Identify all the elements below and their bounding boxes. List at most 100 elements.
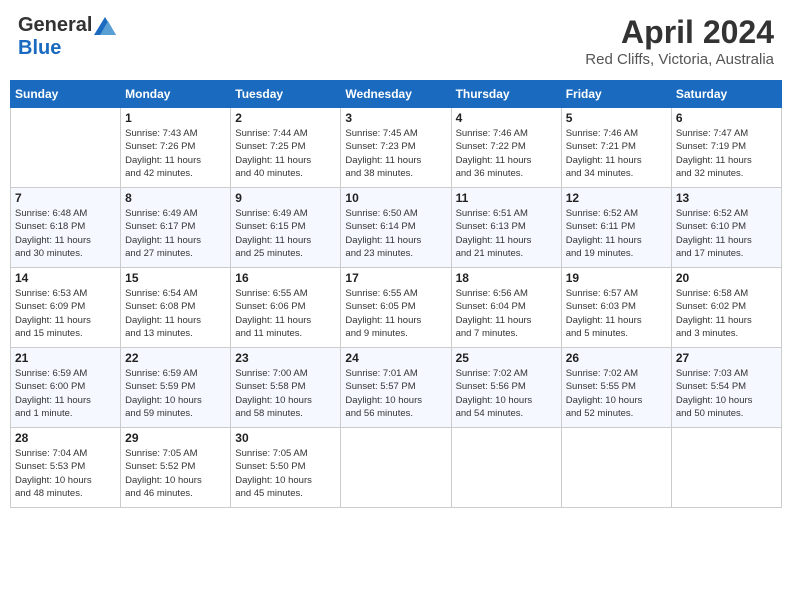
- calendar-table: SundayMondayTuesdayWednesdayThursdayFrid…: [10, 80, 782, 508]
- calendar-cell: 14 Sunrise: 6:53 AM Sunset: 6:09 PM Dayli…: [11, 268, 121, 348]
- calendar-cell: 3 Sunrise: 7:45 AM Sunset: 7:23 PM Daylig…: [341, 108, 451, 188]
- weekday-header-sunday: Sunday: [11, 81, 121, 108]
- calendar-cell: 9 Sunrise: 6:49 AM Sunset: 6:15 PM Daylig…: [231, 188, 341, 268]
- calendar-cell: [451, 428, 561, 508]
- day-info: Sunrise: 6:59 AM Sunset: 5:59 PM Dayligh…: [125, 367, 226, 420]
- calendar-cell: 10 Sunrise: 6:50 AM Sunset: 6:14 PM Dayli…: [341, 188, 451, 268]
- calendar-cell: 12Sunrise: 6:52 AM Sunset: 6:11 PM Dayli…: [561, 188, 671, 268]
- day-info: Sunrise: 7:03 AM Sunset: 5:54 PM Dayligh…: [676, 367, 777, 420]
- calendar-cell: 19 Sunrise: 6:57 AM Sunset: 6:03 PM Dayli…: [561, 268, 671, 348]
- calendar-cell: 27 Sunrise: 7:03 AM Sunset: 5:54 PM Dayli…: [671, 348, 781, 428]
- day-number: 11: [456, 191, 557, 205]
- day-number: 19: [566, 271, 667, 285]
- day-number: 21: [15, 351, 116, 365]
- weekday-header-monday: Monday: [121, 81, 231, 108]
- logo-icon: [94, 17, 116, 35]
- calendar-cell: 13 Sunrise: 6:52 AM Sunset: 6:10 PM Dayli…: [671, 188, 781, 268]
- day-number: 10: [345, 191, 446, 205]
- day-number: 23: [235, 351, 336, 365]
- day-number: 3: [345, 111, 446, 125]
- day-number: 22: [125, 351, 226, 365]
- day-info: Sunrise: 6:55 AM Sunset: 6:06 PM Dayligh…: [235, 287, 336, 340]
- day-number: 20: [676, 271, 777, 285]
- calendar-cell: 17 Sunrise: 6:55 AM Sunset: 6:05 PM Dayli…: [341, 268, 451, 348]
- day-info: Sunrise: 6:56 AM Sunset: 6:04 PM Dayligh…: [456, 287, 557, 340]
- calendar-cell: [11, 108, 121, 188]
- weekday-header-wednesday: Wednesday: [341, 81, 451, 108]
- day-number: 13: [676, 191, 777, 205]
- calendar-cell: 29Sunrise: 7:05 AM Sunset: 5:52 PM Dayli…: [121, 428, 231, 508]
- day-number: 17: [345, 271, 446, 285]
- week-row-3: 14 Sunrise: 6:53 AM Sunset: 6:09 PM Dayli…: [11, 268, 782, 348]
- logo-general-text: General: [18, 14, 92, 37]
- day-info: Sunrise: 7:02 AM Sunset: 5:55 PM Dayligh…: [566, 367, 667, 420]
- day-number: 18: [456, 271, 557, 285]
- calendar-cell: 2 Sunrise: 7:44 AM Sunset: 7:25 PM Daylig…: [231, 108, 341, 188]
- day-number: 1: [125, 111, 226, 125]
- day-info: Sunrise: 6:49 AM Sunset: 6:15 PM Dayligh…: [235, 207, 336, 260]
- header: General Blue April 2024 Red Cliffs, Vict…: [10, 10, 782, 72]
- calendar-cell: 26Sunrise: 7:02 AM Sunset: 5:55 PM Dayli…: [561, 348, 671, 428]
- day-number: 12: [566, 191, 667, 205]
- day-number: 28: [15, 431, 116, 445]
- day-info: Sunrise: 7:47 AM Sunset: 7:19 PM Dayligh…: [676, 127, 777, 180]
- calendar-cell: 21 Sunrise: 6:59 AM Sunset: 6:00 PM Dayli…: [11, 348, 121, 428]
- day-info: Sunrise: 6:49 AM Sunset: 6:17 PM Dayligh…: [125, 207, 226, 260]
- week-row-4: 21 Sunrise: 6:59 AM Sunset: 6:00 PM Dayli…: [11, 348, 782, 428]
- calendar-cell: 18 Sunrise: 6:56 AM Sunset: 6:04 PM Dayli…: [451, 268, 561, 348]
- weekday-header-friday: Friday: [561, 81, 671, 108]
- day-number: 16: [235, 271, 336, 285]
- calendar-cell: 4Sunrise: 7:46 AM Sunset: 7:22 PM Daylig…: [451, 108, 561, 188]
- day-info: Sunrise: 6:58 AM Sunset: 6:02 PM Dayligh…: [676, 287, 777, 340]
- calendar-cell: 1 Sunrise: 7:43 AM Sunset: 7:26 PM Daylig…: [121, 108, 231, 188]
- day-number: 7: [15, 191, 116, 205]
- day-number: 8: [125, 191, 226, 205]
- calendar-cell: 8 Sunrise: 6:49 AM Sunset: 6:17 PM Daylig…: [121, 188, 231, 268]
- day-info: Sunrise: 6:57 AM Sunset: 6:03 PM Dayligh…: [566, 287, 667, 340]
- day-info: Sunrise: 7:02 AM Sunset: 5:56 PM Dayligh…: [456, 367, 557, 420]
- day-number: 24: [345, 351, 446, 365]
- day-info: Sunrise: 7:46 AM Sunset: 7:22 PM Dayligh…: [456, 127, 557, 180]
- day-number: 5: [566, 111, 667, 125]
- day-info: Sunrise: 7:44 AM Sunset: 7:25 PM Dayligh…: [235, 127, 336, 180]
- day-info: Sunrise: 7:45 AM Sunset: 7:23 PM Dayligh…: [345, 127, 446, 180]
- day-info: Sunrise: 7:04 AM Sunset: 5:53 PM Dayligh…: [15, 447, 116, 500]
- calendar-cell: 22 Sunrise: 6:59 AM Sunset: 5:59 PM Dayli…: [121, 348, 231, 428]
- day-number: 27: [676, 351, 777, 365]
- day-number: 15: [125, 271, 226, 285]
- day-info: Sunrise: 6:50 AM Sunset: 6:14 PM Dayligh…: [345, 207, 446, 260]
- day-info: Sunrise: 7:43 AM Sunset: 7:26 PM Dayligh…: [125, 127, 226, 180]
- week-row-1: 1 Sunrise: 7:43 AM Sunset: 7:26 PM Daylig…: [11, 108, 782, 188]
- weekday-header-row: SundayMondayTuesdayWednesdayThursdayFrid…: [11, 81, 782, 108]
- calendar-cell: [561, 428, 671, 508]
- day-number: 25: [456, 351, 557, 365]
- title-area: April 2024 Red Cliffs, Victoria, Austral…: [585, 14, 774, 68]
- calendar-cell: 24Sunrise: 7:01 AM Sunset: 5:57 PM Dayli…: [341, 348, 451, 428]
- calendar-cell: 28 Sunrise: 7:04 AM Sunset: 5:53 PM Dayli…: [11, 428, 121, 508]
- day-info: Sunrise: 6:59 AM Sunset: 6:00 PM Dayligh…: [15, 367, 116, 420]
- day-number: 2: [235, 111, 336, 125]
- logo: General Blue: [18, 14, 116, 60]
- calendar-cell: 25 Sunrise: 7:02 AM Sunset: 5:56 PM Dayli…: [451, 348, 561, 428]
- calendar-cell: 20 Sunrise: 6:58 AM Sunset: 6:02 PM Dayli…: [671, 268, 781, 348]
- calendar-cell: [341, 428, 451, 508]
- day-info: Sunrise: 7:46 AM Sunset: 7:21 PM Dayligh…: [566, 127, 667, 180]
- day-number: 14: [15, 271, 116, 285]
- week-row-2: 7Sunrise: 6:48 AM Sunset: 6:18 PM Daylig…: [11, 188, 782, 268]
- weekday-header-tuesday: Tuesday: [231, 81, 341, 108]
- weekday-header-thursday: Thursday: [451, 81, 561, 108]
- logo-blue-text: Blue: [18, 37, 61, 60]
- day-number: 9: [235, 191, 336, 205]
- month-title: April 2024: [585, 14, 774, 51]
- day-number: 30: [235, 431, 336, 445]
- calendar-cell: 5 Sunrise: 7:46 AM Sunset: 7:21 PM Daylig…: [561, 108, 671, 188]
- calendar-cell: [671, 428, 781, 508]
- day-info: Sunrise: 6:55 AM Sunset: 6:05 PM Dayligh…: [345, 287, 446, 340]
- day-info: Sunrise: 6:53 AM Sunset: 6:09 PM Dayligh…: [15, 287, 116, 340]
- day-number: 6: [676, 111, 777, 125]
- day-info: Sunrise: 6:52 AM Sunset: 6:10 PM Dayligh…: [676, 207, 777, 260]
- week-row-5: 28 Sunrise: 7:04 AM Sunset: 5:53 PM Dayli…: [11, 428, 782, 508]
- day-info: Sunrise: 7:05 AM Sunset: 5:50 PM Dayligh…: [235, 447, 336, 500]
- calendar-cell: 30 Sunrise: 7:05 AM Sunset: 5:50 PM Dayli…: [231, 428, 341, 508]
- calendar-cell: 16 Sunrise: 6:55 AM Sunset: 6:06 PM Dayli…: [231, 268, 341, 348]
